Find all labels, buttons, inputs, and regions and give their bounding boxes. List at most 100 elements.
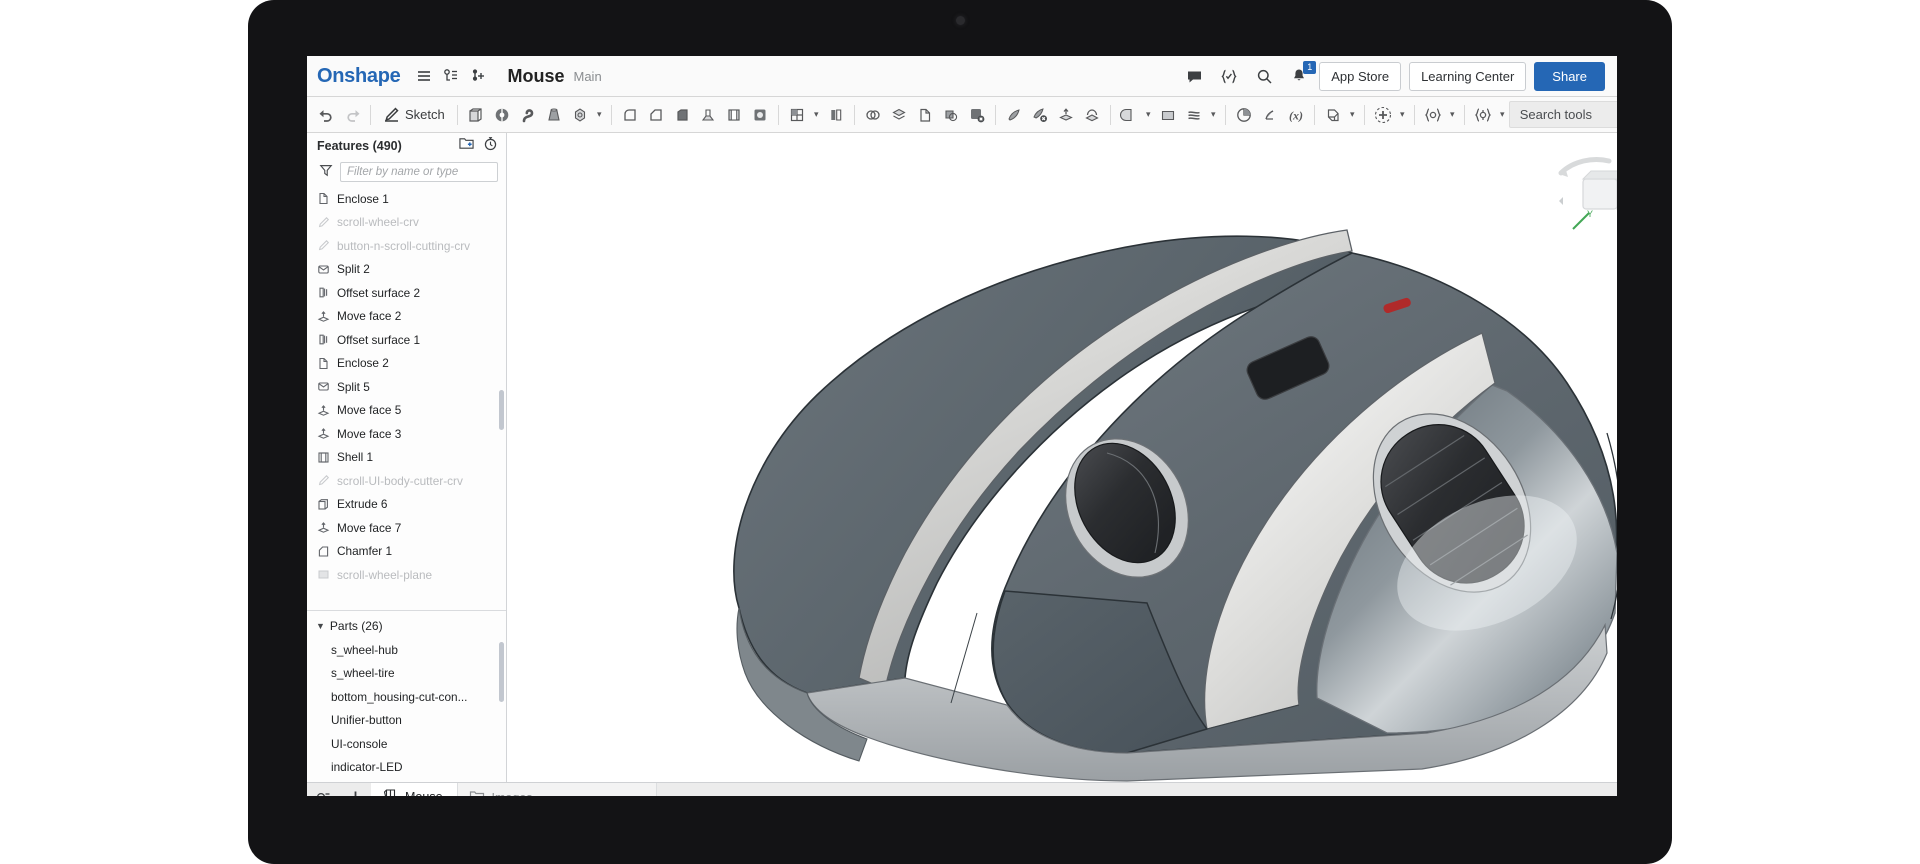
feature-row[interactable]: Move face 2 (307, 305, 506, 329)
shell-icon[interactable] (721, 102, 747, 128)
feature-row[interactable]: scroll-UI-body-cutter-crv (307, 469, 506, 493)
plus-icon[interactable] (339, 783, 371, 796)
variable-icon[interactable]: (x) (1283, 102, 1309, 128)
delete-face-icon[interactable] (964, 102, 990, 128)
feature-list-scrollbar[interactable] (499, 390, 504, 430)
parts-list-scrollbar[interactable] (499, 642, 504, 702)
boolean-icon[interactable] (860, 102, 886, 128)
feature-row[interactable]: Enclose 2 (307, 352, 506, 376)
parts-section-header[interactable]: ▼ Parts (26) (307, 614, 506, 638)
chevron-down-icon[interactable]: ▾ (593, 102, 606, 128)
enclose-icon[interactable] (912, 102, 938, 128)
feature-row[interactable]: Split 5 (307, 375, 506, 399)
3d-viewport[interactable]: Y (507, 133, 1617, 782)
add-feature-icon[interactable] (1370, 102, 1396, 128)
notification-bell-icon[interactable]: 1 (1287, 61, 1317, 88)
rib-icon[interactable] (695, 102, 721, 128)
chevron-down-icon[interactable]: ▾ (1346, 102, 1359, 128)
sheet-metal-icon[interactable] (1116, 102, 1142, 128)
part-row[interactable]: s_wheel-tire (307, 662, 506, 686)
feature-row[interactable]: scroll-wheel-crv (307, 211, 506, 235)
feature-row[interactable]: Move face 7 (307, 516, 506, 540)
chevron-down-icon[interactable]: ▾ (1396, 102, 1409, 128)
thicken-icon[interactable] (567, 102, 593, 128)
add-folder-icon[interactable] (459, 136, 474, 156)
mirror-icon[interactable] (823, 102, 849, 128)
view-cube[interactable]: Y (1553, 147, 1617, 237)
search-icon[interactable] (1252, 64, 1276, 88)
feature-row[interactable]: Extrude 6 (307, 493, 506, 517)
feature-row[interactable]: Move face 5 (307, 399, 506, 423)
feature-row[interactable]: scroll-wheel-plane (307, 563, 506, 587)
custom-feature-icon[interactable] (1420, 102, 1446, 128)
curve-icon[interactable] (1231, 102, 1257, 128)
part-row[interactable]: Unifier-button (307, 709, 506, 733)
feature-row[interactable]: button-n-scroll-cutting-crv (307, 234, 506, 258)
undo-arrow-icon[interactable] (313, 102, 339, 128)
workspace-name[interactable]: Main (574, 69, 602, 84)
featurescript-icon[interactable] (1217, 64, 1241, 88)
funnel-filter-icon[interactable] (319, 163, 333, 182)
mouse-cad-model[interactable] (507, 133, 1617, 782)
pattern-grid-icon[interactable] (784, 102, 810, 128)
feature-list[interactable]: Enclose 1 scroll-wheel-crv button-n-scroll… (307, 185, 506, 606)
loft-icon[interactable] (541, 102, 567, 128)
plane-icon[interactable] (1155, 102, 1181, 128)
feature-row[interactable]: Split 2 (307, 258, 506, 282)
chamfer-icon (317, 545, 330, 558)
delete-part-icon[interactable] (1027, 102, 1053, 128)
sweep-icon[interactable] (515, 102, 541, 128)
parts-list[interactable]: s_wheel-hub s_wheel-tire bottom_housing-cu… (307, 638, 506, 782)
filter-input[interactable]: Filter by name or type (340, 162, 498, 182)
chamfer-icon[interactable] (643, 102, 669, 128)
revolve-icon[interactable] (489, 102, 515, 128)
tab-mouse[interactable]: Mouse (371, 783, 457, 796)
split-icon[interactable] (886, 102, 912, 128)
chevron-down-icon[interactable]: ▼ (316, 621, 325, 631)
history-stopwatch-icon[interactable] (483, 136, 498, 156)
insert-feature-icon[interactable] (466, 64, 490, 88)
comment-bubble-icon[interactable] (1182, 64, 1206, 88)
helix-icon[interactable] (1257, 102, 1283, 128)
learning-center-button[interactable]: Learning Center (1409, 61, 1527, 91)
fillet-icon[interactable] (617, 102, 643, 128)
onshape-logo[interactable]: Onshape (317, 65, 401, 88)
app-store-button[interactable]: App Store (1319, 61, 1402, 91)
chevron-down-icon[interactable]: ▾ (1496, 102, 1509, 128)
sketch-button[interactable]: Sketch (376, 102, 452, 128)
feature-row[interactable]: Shell 1 (307, 446, 506, 470)
feature-row[interactable]: Enclose 1 (307, 187, 506, 211)
transform-icon[interactable] (1001, 102, 1027, 128)
enclose-icon (317, 357, 330, 370)
chevron-down-icon[interactable]: ▾ (810, 102, 823, 128)
draft-icon[interactable] (669, 102, 695, 128)
hamburger-menu-icon[interactable] (412, 64, 436, 88)
part-row[interactable]: indicator-LED (307, 756, 506, 780)
parts-count-label: Parts (26) (329, 619, 383, 633)
assembly-icon[interactable] (1320, 102, 1346, 128)
move-face-icon[interactable] (1053, 102, 1079, 128)
toolbar-divider (853, 104, 855, 125)
version-graph-icon[interactable] (439, 64, 463, 88)
replace-face-icon[interactable] (1079, 102, 1105, 128)
feature-row[interactable]: Offset surface 2 (307, 281, 506, 305)
extrude-icon[interactable] (463, 102, 489, 128)
feature-row[interactable]: Chamfer 1 (307, 540, 506, 564)
hole-icon[interactable] (747, 102, 773, 128)
chevron-down-icon[interactable]: ▾ (1207, 102, 1220, 128)
part-row[interactable]: bottom_housing-cut-con... (307, 685, 506, 709)
chevron-down-icon[interactable]: ▾ (1446, 102, 1459, 128)
chevron-down-icon[interactable]: ▾ (1142, 102, 1155, 128)
configure-icon[interactable] (1470, 102, 1496, 128)
feature-row[interactable]: Offset surface 1 (307, 328, 506, 352)
feature-row[interactable]: Move face 3 (307, 422, 506, 446)
part-row[interactable]: UI-console (307, 732, 506, 756)
intersect-icon[interactable] (938, 102, 964, 128)
tab-filter-icon[interactable] (307, 783, 339, 796)
offset-surface-icon[interactable] (1181, 102, 1207, 128)
redo-arrow-icon[interactable] (339, 102, 365, 128)
share-button[interactable]: Share (1534, 61, 1605, 91)
search-tools-input[interactable]: Search tools (1508, 101, 1617, 128)
part-row[interactable]: s_wheel-hub (307, 638, 506, 662)
tab-images[interactable]: Images (456, 783, 657, 796)
